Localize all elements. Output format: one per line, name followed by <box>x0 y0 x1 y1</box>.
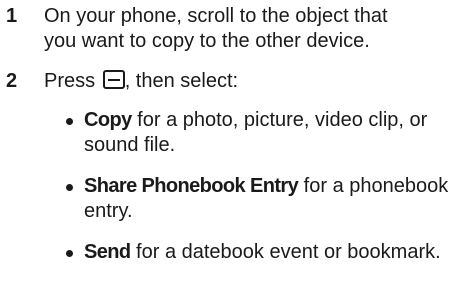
menu-key-icon <box>102 70 125 89</box>
step-text: Press , then select: <box>44 69 459 94</box>
step-text-before: Press <box>44 70 96 92</box>
instructions-page: 1 On your phone, scroll to the object th… <box>0 0 463 291</box>
option-keyword: Send <box>84 241 131 263</box>
step-text-line: you want to copy to the other device. <box>44 30 370 52</box>
option-keyword: Share Phonebook Entry <box>84 175 299 197</box>
bullet-icon <box>66 118 73 125</box>
option-description: for a photo, picture, video clip, or <box>131 109 428 131</box>
step-number: 1 <box>6 5 18 27</box>
list-item-text: Send for a datebook event or bookmark. <box>84 240 459 265</box>
bullet-icon <box>66 250 73 257</box>
option-description: for a datebook event or bookmark. <box>130 241 441 263</box>
list-item-text: Share Phonebook Entry for a phonebook en… <box>84 174 459 224</box>
step-number: 2 <box>6 70 18 92</box>
step-text: On your phone, scroll to the object that… <box>44 4 459 54</box>
option-description-cont: entry. <box>84 200 133 222</box>
option-description: for a phonebook <box>298 175 449 197</box>
list-item-text: Copy for a photo, picture, video clip, o… <box>84 108 459 158</box>
bullet-icon <box>66 184 73 191</box>
step-text-after: , then select: <box>124 70 239 92</box>
step-text-line: On your phone, scroll to the object that <box>44 5 388 27</box>
option-keyword: Copy <box>84 109 132 131</box>
option-description-cont: sound file. <box>84 134 176 156</box>
